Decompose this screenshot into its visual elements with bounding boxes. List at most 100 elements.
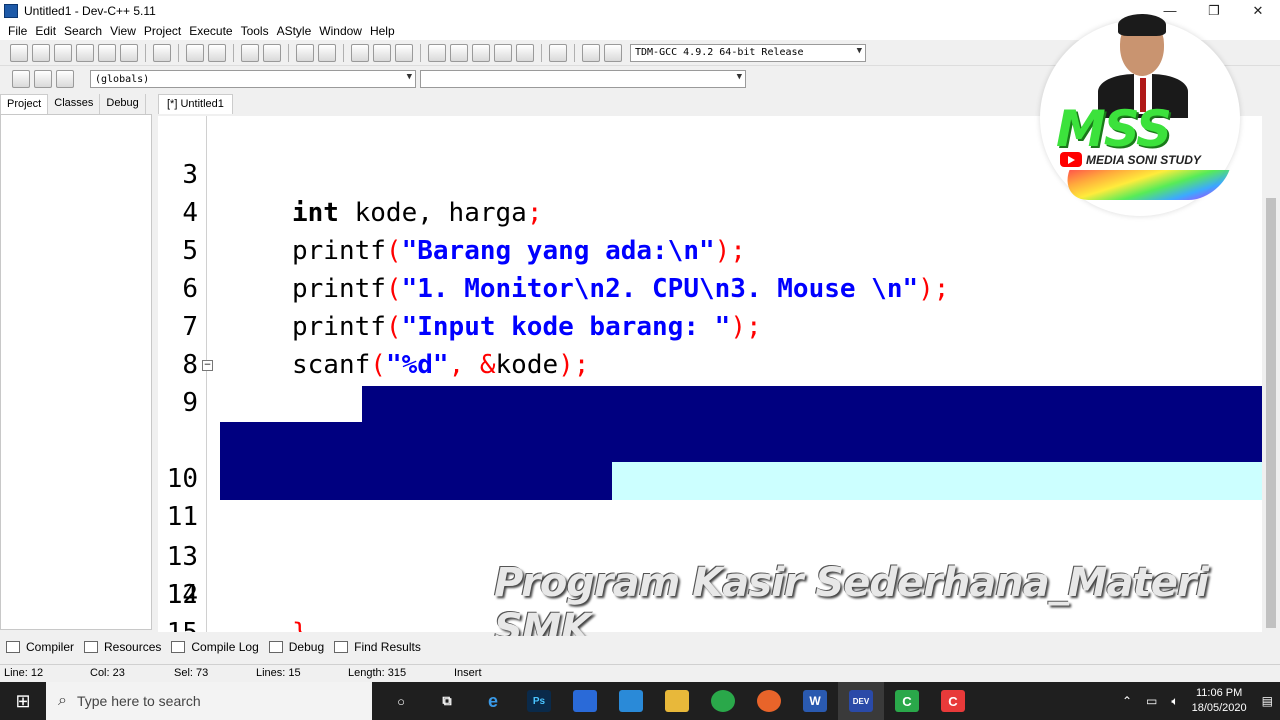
class-insert-icon[interactable] (12, 70, 30, 88)
function-combo[interactable]: ▼ (420, 70, 746, 88)
class-goto-icon[interactable] (34, 70, 52, 88)
tab-compile-log-label: Compile Log (191, 640, 259, 654)
print-icon[interactable] (153, 43, 171, 62)
clion-icon[interactable]: C (930, 682, 976, 720)
scope-combo[interactable]: (globals) ▼ (90, 70, 416, 88)
bookmark-icon[interactable] (318, 43, 336, 62)
compiler-icon (6, 641, 20, 653)
tab-compile-log[interactable]: Compile Log (171, 640, 259, 654)
menu-view[interactable]: View (110, 24, 136, 38)
redo-icon[interactable] (208, 43, 226, 62)
tab-untitled1[interactable]: [*] Untitled1 (158, 94, 233, 114)
menu-search[interactable]: Search (64, 24, 102, 38)
fold-collapse-icon[interactable]: − (202, 360, 213, 371)
windows-start-icon[interactable]: ⊞ (0, 682, 46, 720)
close-file-icon[interactable] (98, 43, 116, 62)
presenter-avatar (1098, 14, 1188, 118)
taskbar-clock[interactable]: 11:06 PM 18/05/2020 (1192, 686, 1247, 716)
taskbar-search-box[interactable]: ⌕ Type here to search (46, 682, 372, 720)
mail-icon[interactable] (608, 682, 654, 720)
menu-execute[interactable]: Execute (189, 24, 232, 38)
compile-log-icon (171, 641, 186, 653)
windows-taskbar: ⊞ ⌕ Type here to search ○ ⧉ e Ps W DEV C… (0, 682, 1280, 720)
compiler-select[interactable]: TDM-GCC 4.9.2 64-bit Release ▼ (630, 43, 866, 62)
toolbar-separator (145, 43, 146, 62)
tab-compiler-label: Compiler (26, 640, 75, 654)
code-line: 7 scanf("%d", &kode); (158, 270, 1262, 380)
tab-project[interactable]: Project (0, 94, 49, 114)
codeblocks-icon[interactable]: C (884, 682, 930, 720)
chevron-up-icon[interactable]: ⌃ (1122, 694, 1132, 708)
code-line-current: 12 }else if(kode==2){ (158, 462, 1262, 632)
chrome-icon[interactable] (700, 682, 746, 720)
tab-resources[interactable]: Resources (84, 640, 161, 654)
menu-file[interactable]: File (8, 24, 27, 38)
clock-date: 18/05/2020 (1191, 702, 1247, 714)
toolbar-separator (233, 43, 234, 62)
menu-project[interactable]: Project (144, 24, 181, 38)
selection-highlight (220, 422, 1262, 462)
line-number: 15 (158, 614, 198, 632)
photoshop-icon[interactable]: Ps (516, 682, 562, 720)
logo-brand: MSS (1056, 100, 1172, 158)
tab-find-results[interactable]: Find Results (334, 640, 421, 654)
syntax-check-icon[interactable] (516, 43, 534, 62)
menu-help[interactable]: Help (370, 24, 395, 38)
tab-debug[interactable]: Debug (100, 94, 146, 114)
new-file-icon[interactable] (10, 43, 28, 62)
close-all-icon[interactable] (120, 43, 138, 62)
unindent-icon[interactable] (373, 43, 391, 62)
selection-highlight (220, 462, 612, 500)
compile-run-icon[interactable] (472, 43, 490, 62)
firefox-icon[interactable] (746, 682, 792, 720)
word-icon[interactable]: W (792, 682, 838, 720)
tab-debug-bottom[interactable]: Debug (268, 640, 325, 654)
save-all-icon[interactable] (76, 43, 94, 62)
toggle-comment-icon[interactable] (395, 43, 413, 62)
devcpp-app-icon (4, 4, 18, 18)
editor-scrollbar[interactable] (1262, 116, 1280, 632)
file-explorer-icon[interactable] (654, 682, 700, 720)
volume-icon[interactable]: 🔈︎ (1171, 694, 1178, 709)
rebuild-all-icon[interactable] (494, 43, 512, 62)
left-panel-tabs: Project Classes Debug (0, 94, 150, 114)
replace-icon[interactable] (263, 43, 281, 62)
toolbar-separator (288, 43, 289, 62)
status-line: Line: 12 (4, 667, 44, 679)
code-text: } (292, 614, 308, 632)
store-icon[interactable] (562, 682, 608, 720)
open-file-icon[interactable] (32, 43, 50, 62)
indent-icon[interactable] (351, 43, 369, 62)
toolbar-separator (574, 43, 575, 62)
debug-icon[interactable] (604, 43, 622, 62)
class-browser-icon[interactable] (56, 70, 74, 88)
task-view-icon[interactable]: ⧉ (424, 682, 470, 720)
search-icon: ⌕ (58, 692, 67, 709)
find-icon[interactable] (241, 43, 259, 62)
project-panel[interactable] (0, 114, 152, 630)
devcpp-taskbar-icon[interactable]: DEV (838, 682, 884, 720)
battery-icon[interactable]: ▭ (1146, 694, 1157, 708)
save-icon[interactable] (54, 43, 72, 62)
undo-icon[interactable] (186, 43, 204, 62)
edge-icon[interactable]: e (470, 682, 516, 720)
chart-icon[interactable] (582, 43, 600, 62)
find-results-icon (334, 641, 349, 653)
menu-edit[interactable]: Edit (35, 24, 56, 38)
tab-debug-label: Debug (288, 640, 325, 654)
code-line: 6 printf("Input kode barang: "); (158, 232, 1262, 342)
menu-window[interactable]: Window (319, 24, 362, 38)
run-icon[interactable] (450, 43, 468, 62)
menu-astyle[interactable]: AStyle (277, 24, 312, 38)
close-button[interactable]: ✕ (1236, 0, 1280, 22)
menu-tools[interactable]: Tools (241, 24, 269, 38)
cortana-icon[interactable]: ○ (378, 682, 424, 720)
debug-icon (268, 641, 283, 653)
notifications-icon[interactable]: ▤ (1262, 694, 1273, 708)
goto-line-icon[interactable] (296, 43, 314, 62)
toolbar-separator (541, 43, 542, 62)
tab-compiler[interactable]: Compiler (6, 640, 74, 654)
tab-classes[interactable]: Classes (48, 94, 101, 114)
compile-icon[interactable] (428, 43, 446, 62)
stop-icon[interactable] (549, 43, 567, 62)
